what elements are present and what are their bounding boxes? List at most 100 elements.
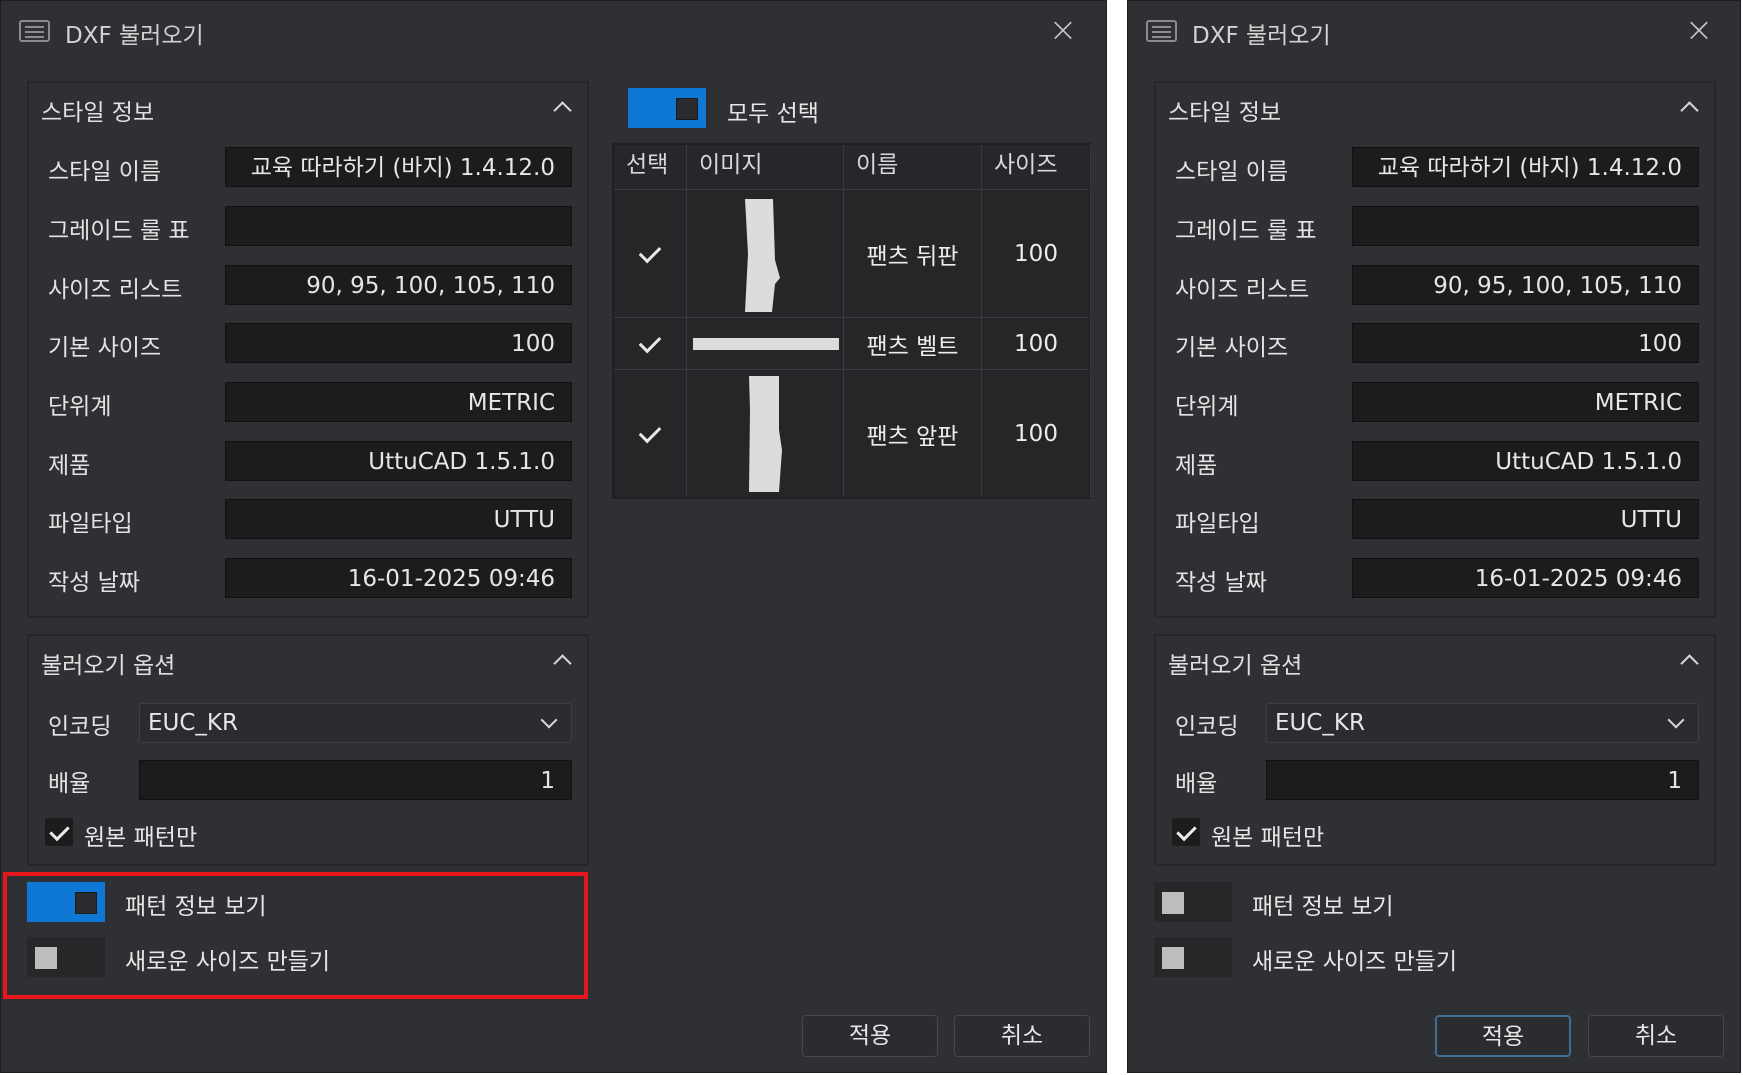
- dxf-import-dialog-expanded: DXF 불러오기 × 스타일 정보 스타일 이름 교육 따라하기 (바지) 1.…: [0, 0, 1107, 1073]
- created-date-label: 작성 날짜: [1175, 570, 1267, 596]
- base-size-field: 100: [1352, 323, 1699, 363]
- row-checkbox[interactable]: [614, 318, 687, 369]
- pattern-size-cell: 100: [982, 190, 1091, 317]
- import-options-title: 불러오기 옵션: [41, 653, 176, 679]
- encoding-select[interactable]: EUC_KR: [139, 703, 572, 743]
- pattern-size: 100: [1014, 330, 1058, 357]
- import-options-title: 불러오기 옵션: [1168, 653, 1303, 679]
- unit-system-label: 단위계: [48, 394, 112, 420]
- size-list-label: 사이즈 리스트: [1175, 277, 1310, 303]
- size-list-label: 사이즈 리스트: [48, 277, 183, 303]
- pattern-name-cell: 팬츠 벨트: [844, 318, 982, 369]
- apply-button[interactable]: 적용: [802, 1015, 938, 1057]
- chevron-up-icon[interactable]: [1680, 97, 1698, 115]
- chevron-up-icon[interactable]: [553, 97, 571, 115]
- product-field: UttuCAD 1.5.1.0: [225, 441, 572, 481]
- pattern-size: 100: [1014, 240, 1058, 267]
- table-row[interactable]: 팬츠 뒤판 100: [614, 189, 1091, 317]
- pattern-size-cell: 100: [982, 370, 1091, 497]
- chevron-up-icon[interactable]: [1680, 650, 1698, 668]
- file-type-field: UTTU: [225, 499, 572, 539]
- original-only-checkbox[interactable]: [45, 818, 73, 846]
- base-size-label: 기본 사이즈: [1175, 335, 1289, 361]
- product-label: 제품: [1175, 453, 1218, 479]
- toggle-knob: [1162, 947, 1184, 969]
- style-info-panel: 스타일 정보 스타일 이름 교육 따라하기 (바지) 1.4.12.0 그레이드…: [1154, 81, 1716, 618]
- style-name-label: 스타일 이름: [1175, 159, 1289, 185]
- toggle-knob: [676, 98, 698, 120]
- chevron-down-icon: [540, 711, 558, 729]
- show-pattern-info-toggle[interactable]: [1154, 882, 1232, 922]
- close-button[interactable]: ×: [1684, 13, 1714, 47]
- unit-system-field: METRIC: [1352, 382, 1699, 422]
- original-only-label: 원본 패턴만: [1211, 825, 1325, 851]
- created-date-field: 16-01-2025 09:46: [1352, 558, 1699, 598]
- encoding-value: EUC_KR: [1275, 710, 1365, 736]
- encoding-value: EUC_KR: [148, 710, 238, 736]
- original-only-checkbox[interactable]: [1172, 818, 1200, 846]
- encoding-label: 인코딩: [1175, 714, 1239, 740]
- import-options-header[interactable]: 불러오기 옵션: [29, 636, 587, 686]
- row-checkbox[interactable]: [614, 190, 687, 317]
- pattern-table: 선택 이미지 이름 사이즈 팬츠 뒤판 100 팬츠 벨트 100 팬츠 앞판 …: [612, 143, 1091, 499]
- cancel-button[interactable]: 취소: [1588, 1015, 1724, 1057]
- cancel-button[interactable]: 취소: [954, 1015, 1090, 1057]
- belt-shape-icon: [693, 338, 839, 350]
- import-options-header[interactable]: 불러오기 옵션: [1156, 636, 1714, 686]
- table-row[interactable]: 팬츠 벨트 100: [614, 317, 1091, 369]
- scale-input[interactable]: 1: [1266, 760, 1699, 800]
- column-image[interactable]: 이미지: [687, 145, 844, 189]
- back-panel-shape-icon: [745, 199, 780, 312]
- pattern-image-cell: [687, 318, 844, 369]
- import-options-panel: 불러오기 옵션 인코딩 EUC_KR 배율 1 원본 패턴만: [27, 634, 589, 866]
- grade-rule-label: 그레이드 룰 표: [1175, 218, 1317, 244]
- show-pattern-info-label: 패턴 정보 보기: [1252, 894, 1394, 920]
- pattern-size: 100: [1014, 420, 1058, 447]
- pattern-name: 팬츠 뒤판: [866, 243, 959, 270]
- style-info-header[interactable]: 스타일 정보: [29, 83, 587, 133]
- chevron-up-icon[interactable]: [553, 650, 571, 668]
- toggle-knob: [1162, 892, 1184, 914]
- column-select[interactable]: 선택: [614, 145, 687, 189]
- table-header: 선택 이미지 이름 사이즈: [614, 145, 1091, 189]
- pattern-image-cell: [687, 190, 844, 317]
- close-button[interactable]: ×: [1048, 13, 1078, 47]
- style-info-panel: 스타일 정보 스타일 이름 교육 따라하기 (바지) 1.4.12.0 그레이드…: [27, 81, 589, 618]
- encoding-select[interactable]: EUC_KR: [1266, 703, 1699, 743]
- select-all-toggle[interactable]: [628, 88, 706, 128]
- encoding-label: 인코딩: [48, 714, 112, 740]
- size-list-field: 90, 95, 100, 105, 110: [1352, 265, 1699, 305]
- original-only-label: 원본 패턴만: [84, 825, 198, 851]
- pattern-size-cell: 100: [982, 318, 1091, 369]
- pattern-image-cell: [687, 370, 844, 497]
- select-all-label: 모두 선택: [727, 101, 819, 127]
- grade-rule-label: 그레이드 룰 표: [48, 218, 190, 244]
- column-name[interactable]: 이름: [844, 145, 982, 189]
- file-type-label: 파일타입: [1175, 511, 1260, 537]
- window-title: DXF 불러오기: [65, 23, 204, 49]
- file-type-field: UTTU: [1352, 499, 1699, 539]
- table-row[interactable]: 팬츠 앞판 100: [614, 369, 1091, 497]
- product-field: UttuCAD 1.5.1.0: [1352, 441, 1699, 481]
- apply-button[interactable]: 적용: [1435, 1015, 1571, 1057]
- dxf-import-dialog-collapsed: DXF 불러오기 × 스타일 정보 스타일 이름 교육 따라하기 (바지) 1.…: [1127, 0, 1741, 1073]
- column-size[interactable]: 사이즈: [982, 145, 1091, 189]
- grade-rule-field: [225, 206, 572, 246]
- pattern-name: 팬츠 벨트: [866, 333, 959, 360]
- row-checkbox[interactable]: [614, 370, 687, 497]
- new-size-toggle[interactable]: [1154, 937, 1232, 977]
- keyboard-icon: [1146, 20, 1177, 42]
- pattern-name-cell: 팬츠 뒤판: [844, 190, 982, 317]
- chevron-down-icon: [1667, 711, 1685, 729]
- front-panel-shape-icon: [749, 376, 782, 492]
- style-info-header[interactable]: 스타일 정보: [1156, 83, 1714, 133]
- scale-input[interactable]: 1: [139, 760, 572, 800]
- style-name-field: 교육 따라하기 (바지) 1.4.12.0: [225, 147, 572, 187]
- pattern-name: 팬츠 앞판: [866, 423, 959, 450]
- title-bar[interactable]: DXF 불러오기 ×: [1, 1, 1106, 61]
- style-name-label: 스타일 이름: [48, 159, 162, 185]
- import-options-panel: 불러오기 옵션 인코딩 EUC_KR 배율 1 원본 패턴만: [1154, 634, 1716, 866]
- style-info-title: 스타일 정보: [41, 100, 155, 126]
- title-bar[interactable]: DXF 불러오기 ×: [1128, 1, 1740, 61]
- size-list-field: 90, 95, 100, 105, 110: [225, 265, 572, 305]
